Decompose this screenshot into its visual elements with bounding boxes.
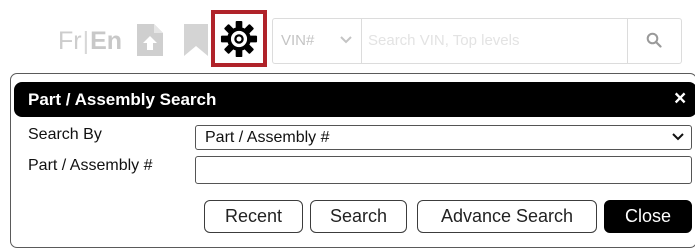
dialog-title: Part / Assembly Search (28, 90, 217, 109)
bookmark-icon[interactable] (184, 24, 208, 56)
part-assembly-input[interactable] (195, 156, 692, 184)
search-by-select[interactable]: Part / Assembly # (195, 125, 692, 150)
close-icon[interactable]: × (674, 88, 686, 109)
gear-icon (220, 20, 258, 58)
settings-button[interactable] (211, 10, 267, 67)
vin-type-select[interactable]: VIN# (273, 19, 362, 63)
part-assembly-search-dialog: Part / Assembly Search × Search By Part … (10, 73, 695, 248)
top-toolbar: Fr|En VIN# Search VIN, Top levels (0, 0, 695, 76)
vin-search-input[interactable]: Search VIN, Top levels (362, 19, 628, 63)
language-switcher: Fr|En (58, 27, 122, 55)
search-icon (646, 32, 662, 48)
chevron-down-icon (340, 36, 352, 44)
close-button[interactable]: Close (604, 200, 692, 233)
search-by-select-value: Part / Assembly # (205, 129, 330, 146)
recent-button[interactable]: Recent (204, 200, 303, 233)
lang-en-link[interactable]: En (90, 27, 122, 55)
vin-search-placeholder: Search VIN, Top levels (368, 32, 520, 49)
part-assembly-label: Part / Assembly # (28, 157, 153, 174)
file-upload-icon[interactable] (137, 24, 163, 56)
chevron-down-icon (672, 133, 684, 141)
lang-fr-link[interactable]: Fr (58, 27, 82, 55)
vin-type-select-value: VIN# (281, 32, 315, 49)
advance-search-button[interactable]: Advance Search (417, 200, 597, 233)
search-by-label: Search By (28, 126, 102, 143)
dialog-title-bar: Part / Assembly Search × (14, 82, 695, 117)
vin-search-bar: VIN# Search VIN, Top levels (272, 18, 682, 64)
lang-separator: | (82, 27, 90, 55)
search-button[interactable]: Search (310, 200, 407, 233)
vin-search-button[interactable] (628, 19, 681, 63)
